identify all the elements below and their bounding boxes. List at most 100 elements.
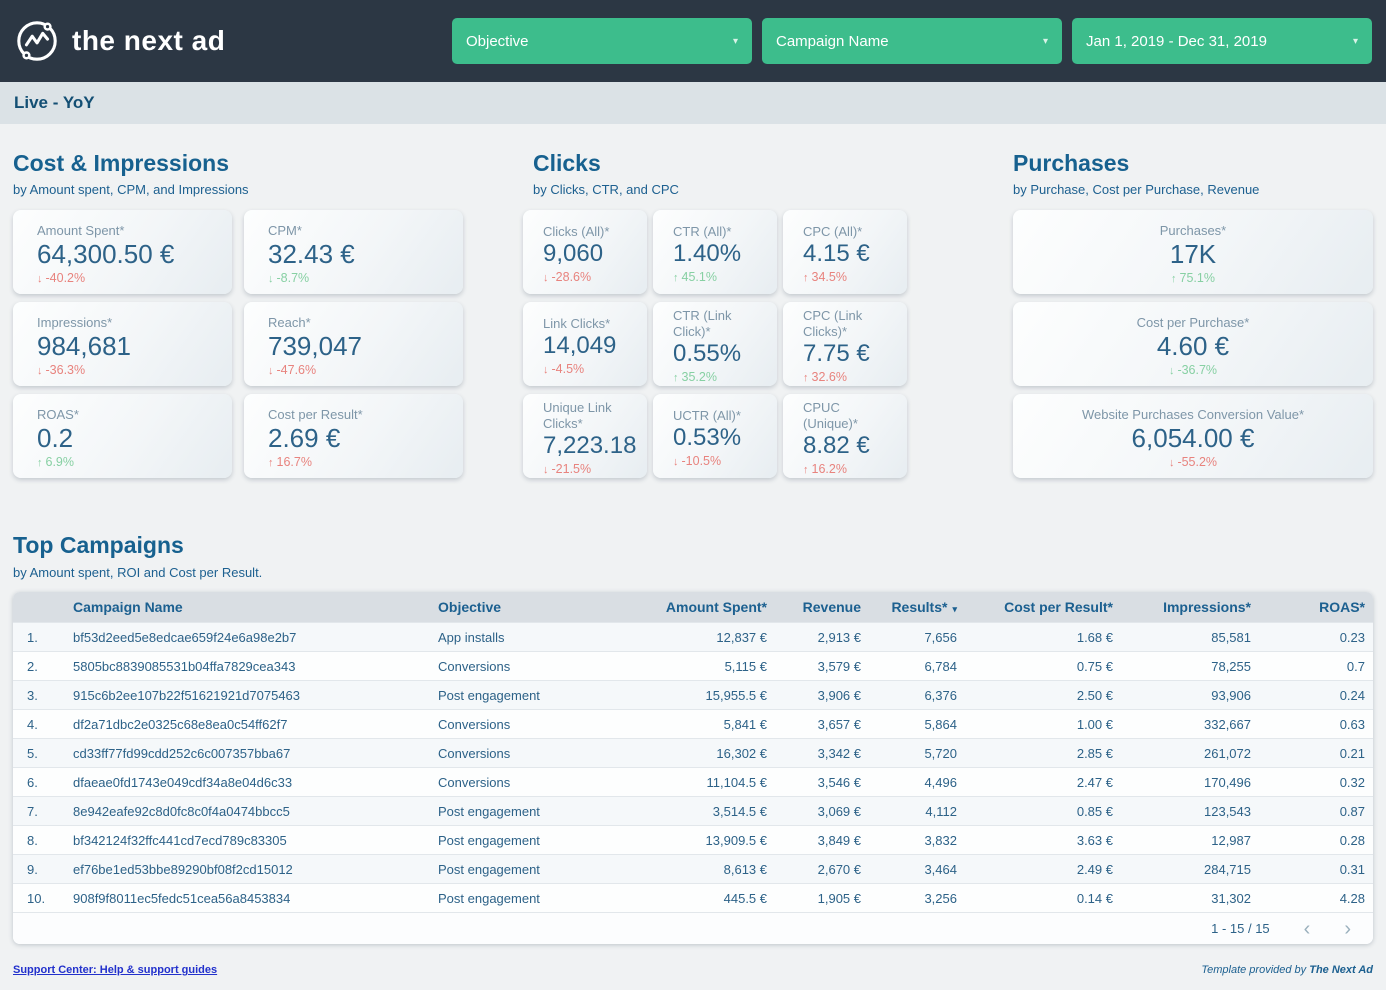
cell-roas: 0.32 <box>1259 775 1373 790</box>
row-rank: 7. <box>13 804 65 819</box>
section-subtitle: by Clicks, CTR, and CPC <box>523 182 907 197</box>
template-credit-text: Template provided by <box>1201 964 1309 976</box>
row-rank: 8. <box>13 833 65 848</box>
cell-results: 5,864 <box>869 717 965 732</box>
cell-results: 3,256 <box>869 891 965 906</box>
kpi-label: CPUC (Unique)* <box>803 400 897 433</box>
column-header-revenue[interactable]: Revenue <box>775 599 869 615</box>
section-title: Purchases <box>1013 150 1373 177</box>
table-row: 1. bf53d2eed5e8edcae659f24e6a98e2b7 App … <box>13 622 1373 651</box>
kpi-value: 14,049 <box>543 332 637 361</box>
cell-revenue: 3,906 € <box>775 688 869 703</box>
kpi-label: Purchases* <box>1023 223 1363 239</box>
kpi-delta: ↓-28.6% <box>543 270 637 284</box>
cell-cost-per-result: 2.49 € <box>965 862 1121 877</box>
kpi-card-amount-spent: Amount Spent* 64,300.50 € ↓-40.2% <box>13 210 232 294</box>
kpi-delta: ↓-10.5% <box>673 454 767 468</box>
cell-results: 4,112 <box>869 804 965 819</box>
row-rank: 3. <box>13 688 65 703</box>
trend-up-icon: ↑ <box>37 457 43 469</box>
kpi-value: 8.82 € <box>803 432 897 461</box>
cell-campaign-name: bf53d2eed5e8edcae659f24e6a98e2b7 <box>65 630 430 645</box>
kpi-delta-value: -47.6% <box>277 363 317 377</box>
kpi-delta-value: -55.2% <box>1177 455 1217 469</box>
trend-down-icon: ↓ <box>673 456 679 468</box>
kpi-delta-value: 16.7% <box>277 455 312 469</box>
template-credit: Template provided by The Next Ad <box>1201 964 1373 976</box>
cell-campaign-name: 915c6b2ee107b22f51621921d7075463 <box>65 688 430 703</box>
table-row: 4. df2a71dbc2e0325c68e8ea0c54ff62f7 Conv… <box>13 709 1373 738</box>
cell-amount-spent: 16,302 € <box>613 746 775 761</box>
cell-amount-spent: 5,841 € <box>613 717 775 732</box>
trend-down-icon: ↓ <box>37 273 43 285</box>
kpi-delta-value: -36.3% <box>46 363 86 377</box>
template-credit-brand: The Next Ad <box>1309 964 1373 976</box>
sort-desc-icon: ▾ <box>952 604 957 614</box>
cell-revenue: 3,546 € <box>775 775 869 790</box>
section-title: Clicks <box>523 150 907 177</box>
column-header-roas[interactable]: ROAS* <box>1259 599 1373 615</box>
campaigns-table: Campaign Name Objective Amount Spent* Re… <box>13 592 1373 944</box>
cell-amount-spent: 3,514.5 € <box>613 804 775 819</box>
column-header-objective[interactable]: Objective <box>430 599 613 615</box>
kpi-cards-grid: Clicks (All)* 9,060 ↓-28.6% CTR (All)* 1… <box>523 210 907 478</box>
cell-campaign-name: 908f9f8011ec5fedc51cea56a8453834 <box>65 891 430 906</box>
table-row: 5. cd33ff77fd99cdd252c6c007357bba67 Conv… <box>13 738 1373 767</box>
column-header-campaign-name[interactable]: Campaign Name <box>65 599 430 615</box>
cell-objective: Conversions <box>430 717 613 732</box>
section-title: Cost & Impressions <box>13 150 463 177</box>
cell-campaign-name: cd33ff77fd99cdd252c6c007357bba67 <box>65 746 430 761</box>
column-header-cost-per-result[interactable]: Cost per Result* <box>965 599 1121 615</box>
cell-amount-spent: 11,104.5 € <box>613 775 775 790</box>
kpi-card-uctr-all: UCTR (All)* 0.53% ↓-10.5% <box>653 394 777 478</box>
kpi-card-purchases: Purchases* 17K ↑75.1% <box>1013 210 1373 294</box>
kpi-delta-value: -28.6% <box>552 270 592 284</box>
cell-campaign-name: ef76be1ed53bbe89290bf08f2cd15012 <box>65 862 430 877</box>
column-header-amount-spent[interactable]: Amount Spent* <box>613 599 775 615</box>
previous-page-icon[interactable]: ‹ <box>1304 919 1311 939</box>
trend-up-icon: ↑ <box>268 457 274 469</box>
section-top-campaigns: Top Campaigns by Amount spent, ROI and C… <box>13 532 1373 944</box>
objective-filter-label: Objective <box>466 33 529 50</box>
cell-cost-per-result: 2.50 € <box>965 688 1121 703</box>
page-footer: Support Center: Help & support guides Te… <box>0 964 1386 976</box>
cell-roas: 0.28 <box>1259 833 1373 848</box>
kpi-value: 7.75 € <box>803 340 897 369</box>
cell-objective: Post engagement <box>430 862 613 877</box>
table-row: 10. 908f9f8011ec5fedc51cea56a8453834 Pos… <box>13 883 1373 912</box>
kpi-card-unique-link-clicks: Unique Link Clicks* 7,223.18 ↓-21.5% <box>523 394 647 478</box>
cell-objective: Post engagement <box>430 804 613 819</box>
filter-bar: Objective ▾ Campaign Name ▾ Jan 1, 2019 … <box>452 18 1372 64</box>
section-title: Top Campaigns <box>13 532 1373 559</box>
cell-impressions: 261,072 <box>1121 746 1259 761</box>
kpi-delta-value: -36.7% <box>1177 363 1217 377</box>
the-next-ad-logo-icon <box>14 18 60 64</box>
objective-filter-dropdown[interactable]: Objective ▾ <box>452 18 752 64</box>
kpi-delta: ↑6.9% <box>37 455 222 469</box>
cell-cost-per-result: 1.00 € <box>965 717 1121 732</box>
cell-revenue: 3,342 € <box>775 746 869 761</box>
chevron-down-icon: ▾ <box>1043 36 1048 47</box>
kpi-label: CTR (Link Click)* <box>673 308 767 341</box>
column-header-results[interactable]: Results* ▾ <box>869 599 965 615</box>
kpi-delta-value: 45.1% <box>682 270 717 284</box>
section-clicks: Clicks by Clicks, CTR, and CPC Clicks (A… <box>523 150 907 478</box>
kpi-delta-value: 34.5% <box>812 270 847 284</box>
column-header-impressions[interactable]: Impressions* <box>1121 599 1259 615</box>
kpi-cards-grid: Amount Spent* 64,300.50 € ↓-40.2% CPM* 3… <box>13 210 463 478</box>
app-header: the next ad Objective ▾ Campaign Name ▾ … <box>0 0 1386 82</box>
kpi-row: Cost & Impressions by Amount spent, CPM,… <box>13 150 1373 478</box>
section-purchases: Purchases by Purchase, Cost per Purchase… <box>1013 150 1373 478</box>
next-page-icon[interactable]: › <box>1344 919 1351 939</box>
date-range-filter-dropdown[interactable]: Jan 1, 2019 - Dec 31, 2019 ▾ <box>1072 18 1372 64</box>
cell-roas: 0.7 <box>1259 659 1373 674</box>
cell-amount-spent: 13,909.5 € <box>613 833 775 848</box>
column-header-results-label: Results* <box>891 599 947 615</box>
support-center-link[interactable]: Support Center: Help & support guides <box>13 964 217 976</box>
row-rank: 1. <box>13 630 65 645</box>
cell-objective: Post engagement <box>430 891 613 906</box>
campaign-name-filter-dropdown[interactable]: Campaign Name ▾ <box>762 18 1062 64</box>
cell-impressions: 123,543 <box>1121 804 1259 819</box>
kpi-value: 4.15 € <box>803 240 897 269</box>
cell-cost-per-result: 0.14 € <box>965 891 1121 906</box>
